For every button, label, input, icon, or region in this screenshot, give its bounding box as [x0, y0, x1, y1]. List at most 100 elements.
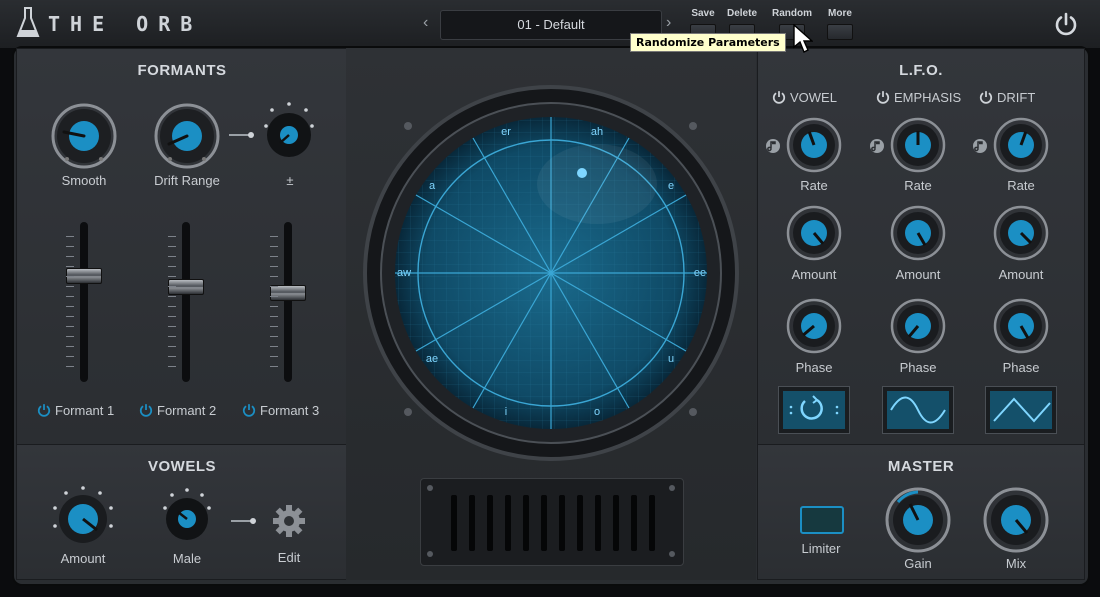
formant-3-power-icon[interactable] [242, 403, 256, 417]
grille-slot [451, 495, 457, 551]
drift-range-knob[interactable] [153, 102, 221, 170]
grille-slot [649, 495, 655, 551]
lfo-triangle-wave-icon [993, 397, 1051, 423]
preset-prev-button[interactable]: ‹ [423, 14, 428, 32]
fader-tick [66, 326, 74, 327]
lfo-emphasis-title: EMPHASIS [894, 90, 962, 105]
lfo-rate-label: Rate [800, 178, 828, 193]
fader-tick [270, 276, 278, 277]
gear-icon[interactable] [272, 504, 306, 538]
fader-tick [270, 366, 278, 367]
fader-tick [270, 296, 278, 297]
fader-tick [66, 296, 74, 297]
formants-title: FORMANTS [137, 62, 227, 79]
note-sync-icon[interactable] [766, 139, 780, 153]
fader-tick [168, 366, 176, 367]
lfo-drift-rate-knob[interactable] [993, 117, 1049, 173]
more-button[interactable]: More [825, 8, 855, 40]
orb-vowel-label: u [667, 353, 675, 365]
male-knob[interactable] [160, 486, 214, 544]
fader-tick [168, 276, 176, 277]
lfo-amount-label: Amount [998, 267, 1044, 282]
lfo-emphasis-power-icon[interactable] [876, 90, 890, 104]
vowel-amount-label: Amount [60, 551, 106, 566]
grille-slot [613, 495, 619, 551]
orb-vowel-label: ae [425, 353, 439, 365]
lfo-phase-label: Phase [1002, 360, 1040, 375]
lfo-vowel-shape-display[interactable] [778, 386, 850, 434]
orb-vowel-label: e [667, 180, 675, 192]
mouse-cursor-icon [793, 24, 813, 53]
fader-tick [66, 256, 74, 257]
grille-slot [523, 495, 529, 551]
lfo-vowel-amount-knob[interactable] [786, 205, 842, 261]
lfo-emphasis-amount-knob[interactable] [890, 205, 946, 261]
orb-position-dot [577, 168, 587, 178]
lfo-phase-label: Phase [795, 360, 833, 375]
limiter-toggle[interactable] [800, 506, 844, 534]
lfo-amount-label: Amount [895, 267, 941, 282]
smooth-label: Smooth [61, 173, 107, 188]
preset-selector[interactable]: 01 - Default [440, 10, 662, 40]
lfo-vowel-phase-knob[interactable] [786, 298, 842, 354]
fader-tick [168, 246, 176, 247]
limiter-label: Limiter [801, 541, 841, 556]
smooth-knob[interactable] [50, 102, 118, 170]
delete-label: Delete [727, 8, 758, 19]
lfo-emphasis-shape-display[interactable] [882, 386, 954, 434]
drift-range-label: Drift Range [154, 173, 220, 188]
screw-icon [404, 408, 412, 416]
mix-knob[interactable] [982, 486, 1050, 554]
gain-knob[interactable] [884, 486, 952, 554]
note-sync-icon[interactable] [973, 139, 987, 153]
fader-tick [168, 266, 176, 267]
master-title: MASTER [887, 458, 955, 475]
formant-2-power-icon[interactable] [139, 403, 153, 417]
lfo-drift-power-icon[interactable] [979, 90, 993, 104]
drift-bipolar-label: ± [286, 173, 294, 188]
top-bar: THE ORB ‹ 01 - Default › Save Delete Ran… [0, 0, 1100, 48]
lfo-emphasis-rate-knob[interactable] [890, 117, 946, 173]
fader-tick [66, 336, 74, 337]
lfo-vowel-rate-knob[interactable] [786, 117, 842, 173]
fader-tick [66, 366, 74, 367]
link-connector-icon [229, 132, 254, 138]
orb-vowel-label: ee [693, 267, 707, 279]
fader-tick [168, 296, 176, 297]
formant-1-power-icon[interactable] [37, 403, 51, 417]
fader-tick [66, 266, 74, 267]
orb-vowel-label: ah [590, 126, 604, 138]
grille-slot [487, 495, 493, 551]
fader-tick [66, 316, 74, 317]
fader-tick [66, 286, 74, 287]
mix-label: Mix [1005, 556, 1027, 571]
lfo-emphasis-phase-knob[interactable] [890, 298, 946, 354]
fader-tick [168, 346, 176, 347]
more-label: More [828, 8, 852, 19]
fader-tick [66, 356, 74, 357]
gain-label: Gain [904, 556, 932, 571]
power-icon[interactable] [1054, 12, 1078, 36]
orb-vowel-label: aw [396, 267, 412, 279]
vowel-amount-knob[interactable] [50, 484, 116, 550]
drift-bipolar-knob[interactable] [260, 100, 318, 164]
preset-next-button[interactable]: › [666, 14, 671, 32]
lfo-drift-phase-knob[interactable] [993, 298, 1049, 354]
vowel-orb-pad[interactable] [362, 84, 740, 462]
screw-icon [689, 122, 697, 130]
lfo-vowel-power-icon[interactable] [772, 90, 786, 104]
grille-slot [631, 495, 637, 551]
random-label: Random [772, 8, 812, 19]
fader-tick [168, 316, 176, 317]
lfo-sine-wave-icon [890, 396, 946, 424]
grille-slot [559, 495, 565, 551]
note-sync-icon[interactable] [870, 139, 884, 153]
formant-1-label: Formant 1 [55, 403, 115, 418]
fader-tick [270, 326, 278, 327]
fader-tick [270, 356, 278, 357]
link-connector-icon [231, 518, 256, 524]
fader-tick [270, 246, 278, 247]
lfo-drift-amount-knob[interactable] [993, 205, 1049, 261]
lfo-drift-shape-display[interactable] [985, 386, 1057, 434]
male-label: Male [172, 551, 202, 566]
